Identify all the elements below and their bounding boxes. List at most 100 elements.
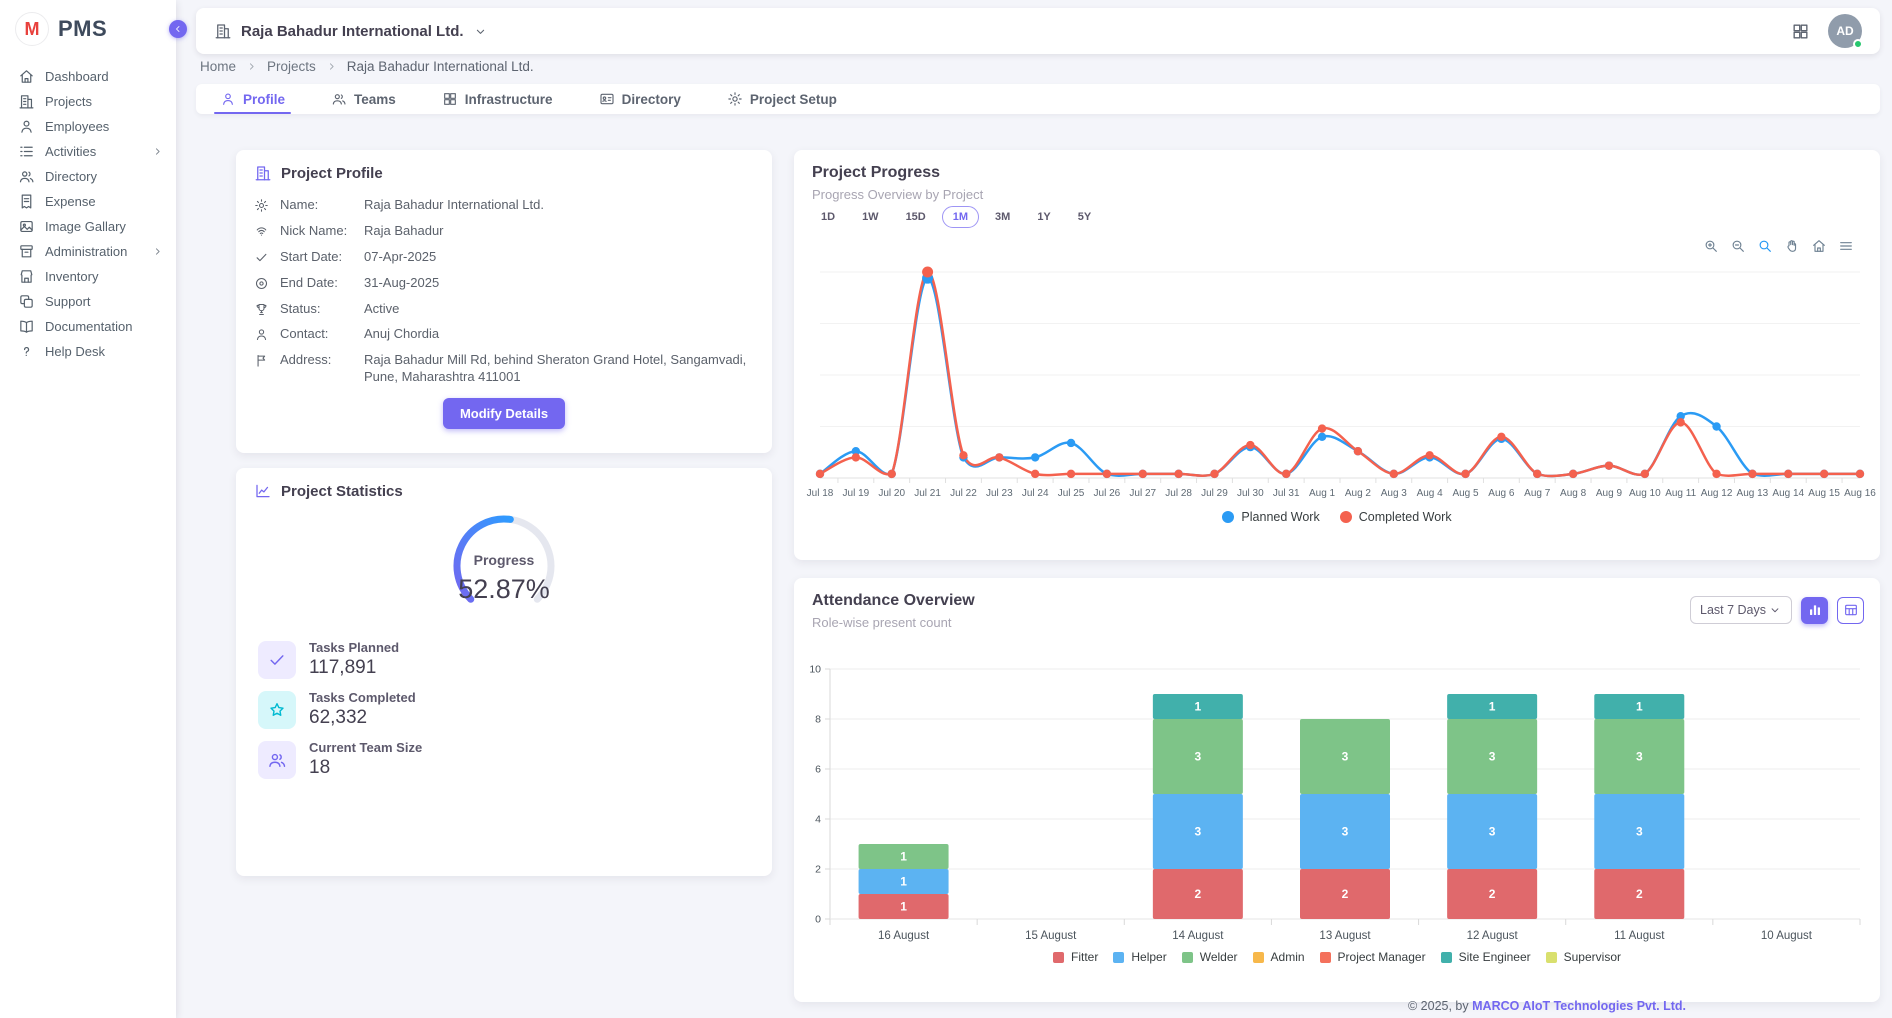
apps-grid-icon[interactable] [1791, 22, 1810, 41]
fingerprint-icon [254, 224, 269, 239]
svg-text:10 August: 10 August [1761, 930, 1813, 942]
legend-item-completed-work[interactable]: Completed Work [1340, 510, 1452, 524]
tab-project-setup[interactable]: Project Setup [725, 91, 839, 114]
range-button-1w[interactable]: 1W [851, 206, 890, 228]
svg-text:Jul 23: Jul 23 [986, 488, 1013, 499]
image-icon [18, 218, 35, 235]
legend-item-fitter[interactable]: Fitter [1053, 950, 1098, 964]
tab-label: Teams [354, 92, 396, 107]
sidebar-item-dashboard[interactable]: Dashboard [0, 64, 176, 89]
field-label: Address: [280, 352, 360, 369]
sidebar-item-support[interactable]: Support [0, 289, 176, 314]
legend-label: Fitter [1071, 950, 1098, 964]
legend-item-admin[interactable]: Admin [1253, 950, 1305, 964]
progress-line-chart[interactable]: Jul 18Jul 19Jul 20Jul 21Jul 22Jul 23Jul … [794, 250, 1880, 506]
sidebar-item-projects[interactable]: Projects [0, 89, 176, 114]
svg-text:12 August: 12 August [1467, 930, 1519, 942]
footer-brand-link[interactable]: MARCO AIoT Technologies Pvt. Ltd. [1472, 999, 1686, 1013]
breadcrumb-item-projects[interactable]: Projects [267, 59, 316, 74]
stat-current-team-size: Current Team Size18 [258, 740, 422, 779]
period-select[interactable]: Last 7 Days [1690, 596, 1792, 624]
svg-text:16 August: 16 August [878, 930, 930, 942]
building-icon [214, 22, 232, 40]
legend-marker [1320, 952, 1331, 963]
chevron-right-icon [245, 60, 258, 73]
people-icon [18, 168, 35, 185]
legend-marker [1340, 511, 1352, 523]
sidebar-item-documentation[interactable]: Documentation [0, 314, 176, 339]
sidebar-item-label: Image Gallary [45, 219, 126, 234]
bar-chart-icon [1807, 602, 1823, 618]
sidebar-item-activities[interactable]: Activities [0, 139, 176, 164]
svg-text:Aug 15: Aug 15 [1808, 488, 1840, 499]
table-view-button[interactable] [1837, 597, 1864, 624]
svg-text:Jul 24: Jul 24 [1022, 488, 1049, 499]
sidebar-item-directory[interactable]: Directory [0, 164, 176, 189]
svg-text:3: 3 [1489, 750, 1496, 764]
sidebar-item-inventory[interactable]: Inventory [0, 264, 176, 289]
svg-text:Aug 7: Aug 7 [1524, 488, 1551, 499]
sidebar-item-employees[interactable]: Employees [0, 114, 176, 139]
sidebar-collapse-button[interactable] [169, 20, 187, 38]
legend-label: Project Manager [1338, 950, 1426, 964]
person-icon [18, 118, 35, 135]
svg-text:2: 2 [815, 864, 821, 876]
user-avatar[interactable]: AD [1828, 14, 1862, 48]
svg-text:Aug 9: Aug 9 [1596, 488, 1623, 499]
svg-text:1: 1 [1489, 700, 1496, 714]
svg-text:Aug 2: Aug 2 [1345, 488, 1372, 499]
people-icon [331, 91, 347, 107]
tab-directory[interactable]: Directory [597, 91, 683, 114]
profile-field-contact-: Contact:Anuj Chordia [254, 326, 754, 343]
footer-text: © 2025, by [1408, 999, 1472, 1013]
tab-profile[interactable]: Profile [218, 91, 287, 114]
svg-text:3: 3 [1342, 825, 1349, 839]
range-button-1m[interactable]: 1M [942, 206, 979, 228]
legend-label: Helper [1131, 950, 1166, 964]
legend-item-site-engineer[interactable]: Site Engineer [1441, 950, 1531, 964]
svg-text:Jul 19: Jul 19 [843, 488, 870, 499]
legend-item-helper[interactable]: Helper [1113, 950, 1166, 964]
range-button-1y[interactable]: 1Y [1026, 206, 1061, 228]
sidebar-menu: DashboardProjectsEmployeesActivities Dire… [0, 58, 176, 364]
person-icon [254, 327, 269, 342]
app-logo[interactable]: M PMS [0, 0, 176, 58]
legend-item-planned-work[interactable]: Planned Work [1222, 510, 1319, 524]
field-label: Name: [280, 197, 360, 214]
sidebar-item-label: Administration [45, 244, 127, 259]
svg-text:4: 4 [815, 814, 821, 826]
range-button-5y[interactable]: 5Y [1067, 206, 1102, 228]
sidebar-item-label: Directory [45, 169, 97, 184]
check-icon [258, 641, 296, 679]
sidebar-item-expense[interactable]: Expense [0, 189, 176, 214]
legend-item-welder[interactable]: Welder [1182, 950, 1238, 964]
breadcrumb-item-home[interactable]: Home [200, 59, 236, 74]
modify-details-button[interactable]: Modify Details [443, 398, 565, 429]
legend-label: Welder [1200, 950, 1238, 964]
svg-text:Jul 25: Jul 25 [1058, 488, 1085, 499]
tab-teams[interactable]: Teams [329, 91, 398, 114]
sidebar-item-administration[interactable]: Administration [0, 239, 176, 264]
legend-label: Supervisor [1564, 950, 1621, 964]
sidebar-item-help-desk[interactable]: Help Desk [0, 339, 176, 364]
profile-field-start-date-: Start Date:07-Apr-2025 [254, 249, 754, 266]
attendance-bar-chart[interactable]: 024681011116 August15 August233114 Augus… [794, 650, 1880, 946]
tab-infrastructure[interactable]: Infrastructure [440, 91, 555, 114]
sidebar-item-label: Support [45, 294, 91, 309]
tab-bar: Profile Teams Infrastructure Directory Proje… [196, 84, 1880, 114]
stat-value: 117,891 [309, 657, 399, 679]
store-icon [18, 268, 35, 285]
sidebar-item-image-gallary[interactable]: Image Gallary [0, 214, 176, 239]
svg-text:3: 3 [1489, 825, 1496, 839]
svg-text:Aug 14: Aug 14 [1772, 488, 1804, 499]
tab-label: Infrastructure [465, 92, 553, 107]
project-statistics-card: Project Statistics Progress 52.87% Tasks… [236, 468, 772, 876]
range-button-1d[interactable]: 1D [810, 206, 846, 228]
legend-item-project-manager[interactable]: Project Manager [1320, 950, 1426, 964]
bar-chart-view-button[interactable] [1801, 597, 1828, 624]
svg-text:Jul 29: Jul 29 [1201, 488, 1228, 499]
range-button-3m[interactable]: 3M [984, 206, 1021, 228]
range-button-15d[interactable]: 15D [895, 206, 937, 228]
legend-item-supervisor[interactable]: Supervisor [1546, 950, 1621, 964]
company-selector[interactable]: Raja Bahadur International Ltd. [214, 22, 488, 40]
